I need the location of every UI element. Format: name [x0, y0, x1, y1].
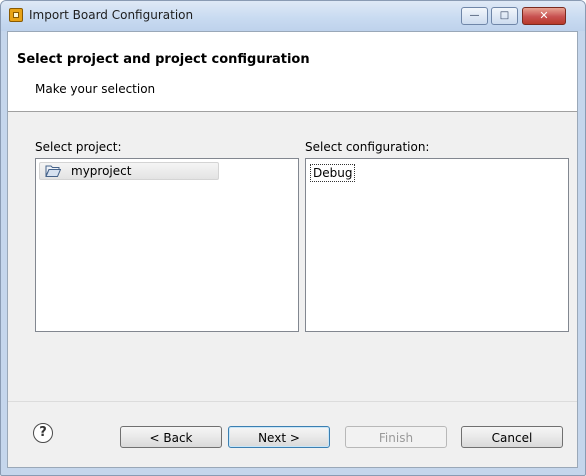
project-list[interactable]: myproject [35, 158, 299, 332]
app-icon [9, 8, 23, 22]
dialog-client-area: Select project and project configuration… [7, 31, 578, 468]
finish-button[interactable]: Finish [345, 426, 447, 448]
footer-divider [8, 401, 577, 402]
dialog-window: Import Board Configuration — □ ✕ Select … [0, 0, 586, 476]
wizard-body: Select project: Select configuration: my… [8, 112, 577, 467]
list-item-debug[interactable]: Debug [310, 164, 356, 182]
page-title: Select project and project configuration [17, 52, 310, 67]
back-button[interactable]: < Back [120, 426, 222, 448]
list-item-myproject[interactable]: myproject [39, 162, 219, 180]
configuration-list[interactable]: Debug [305, 158, 569, 332]
project-name: myproject [71, 164, 132, 178]
project-label: Select project: [35, 140, 122, 154]
next-button[interactable]: Next > [228, 426, 330, 448]
minimize-button[interactable]: — [461, 7, 488, 25]
cancel-button[interactable]: Cancel [461, 426, 563, 448]
open-folder-icon [45, 165, 61, 177]
window-title: Import Board Configuration [29, 8, 194, 22]
configuration-label: Select configuration: [305, 140, 430, 154]
close-button[interactable]: ✕ [522, 7, 566, 25]
page-subtitle: Make your selection [35, 82, 156, 96]
wizard-header: Select project and project configuration… [8, 32, 577, 111]
help-icon[interactable]: ? [33, 423, 53, 443]
title-bar[interactable]: Import Board Configuration — □ ✕ [1, 1, 585, 31]
maximize-button[interactable]: □ [491, 7, 518, 25]
